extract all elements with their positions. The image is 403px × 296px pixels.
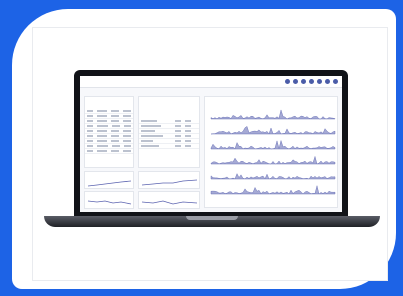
bottom-left-chart-2 [84,191,134,209]
status-dot-icon[interactable] [325,79,330,84]
mini-chart [141,179,198,186]
status-dot-icon[interactable] [285,79,290,84]
status-dot-icon[interactable] [309,79,314,84]
sparkline-area [210,185,336,195]
status-dots [285,79,338,84]
status-dot-icon[interactable] [301,79,306,84]
dashboard-header [80,76,342,88]
table-row[interactable] [139,144,199,149]
status-dot-icon[interactable] [317,79,322,84]
mid-table-panel [138,96,200,168]
status-dot-icon[interactable] [333,79,338,84]
sparkline-area [210,173,336,180]
sparkline-area [210,155,336,165]
bottom-left-chart-1 [84,171,134,189]
sparkline-area [210,126,336,135]
bottom-mid-chart-1 [138,171,200,189]
mini-chart [87,180,132,187]
laptop-notch [186,216,238,220]
sparkline-area [210,109,336,120]
sparkline-charts [210,109,336,195]
mini-chart [141,200,198,205]
laptop-screen [80,76,342,212]
laptop-lid [74,70,348,216]
left-table-panel [84,96,134,168]
bottom-mid-chart-2 [138,191,200,209]
status-dot-icon[interactable] [293,79,298,84]
charts-panel [204,96,338,208]
sparkline-area [210,139,336,150]
table-row[interactable] [85,149,133,154]
mini-chart [87,200,132,205]
